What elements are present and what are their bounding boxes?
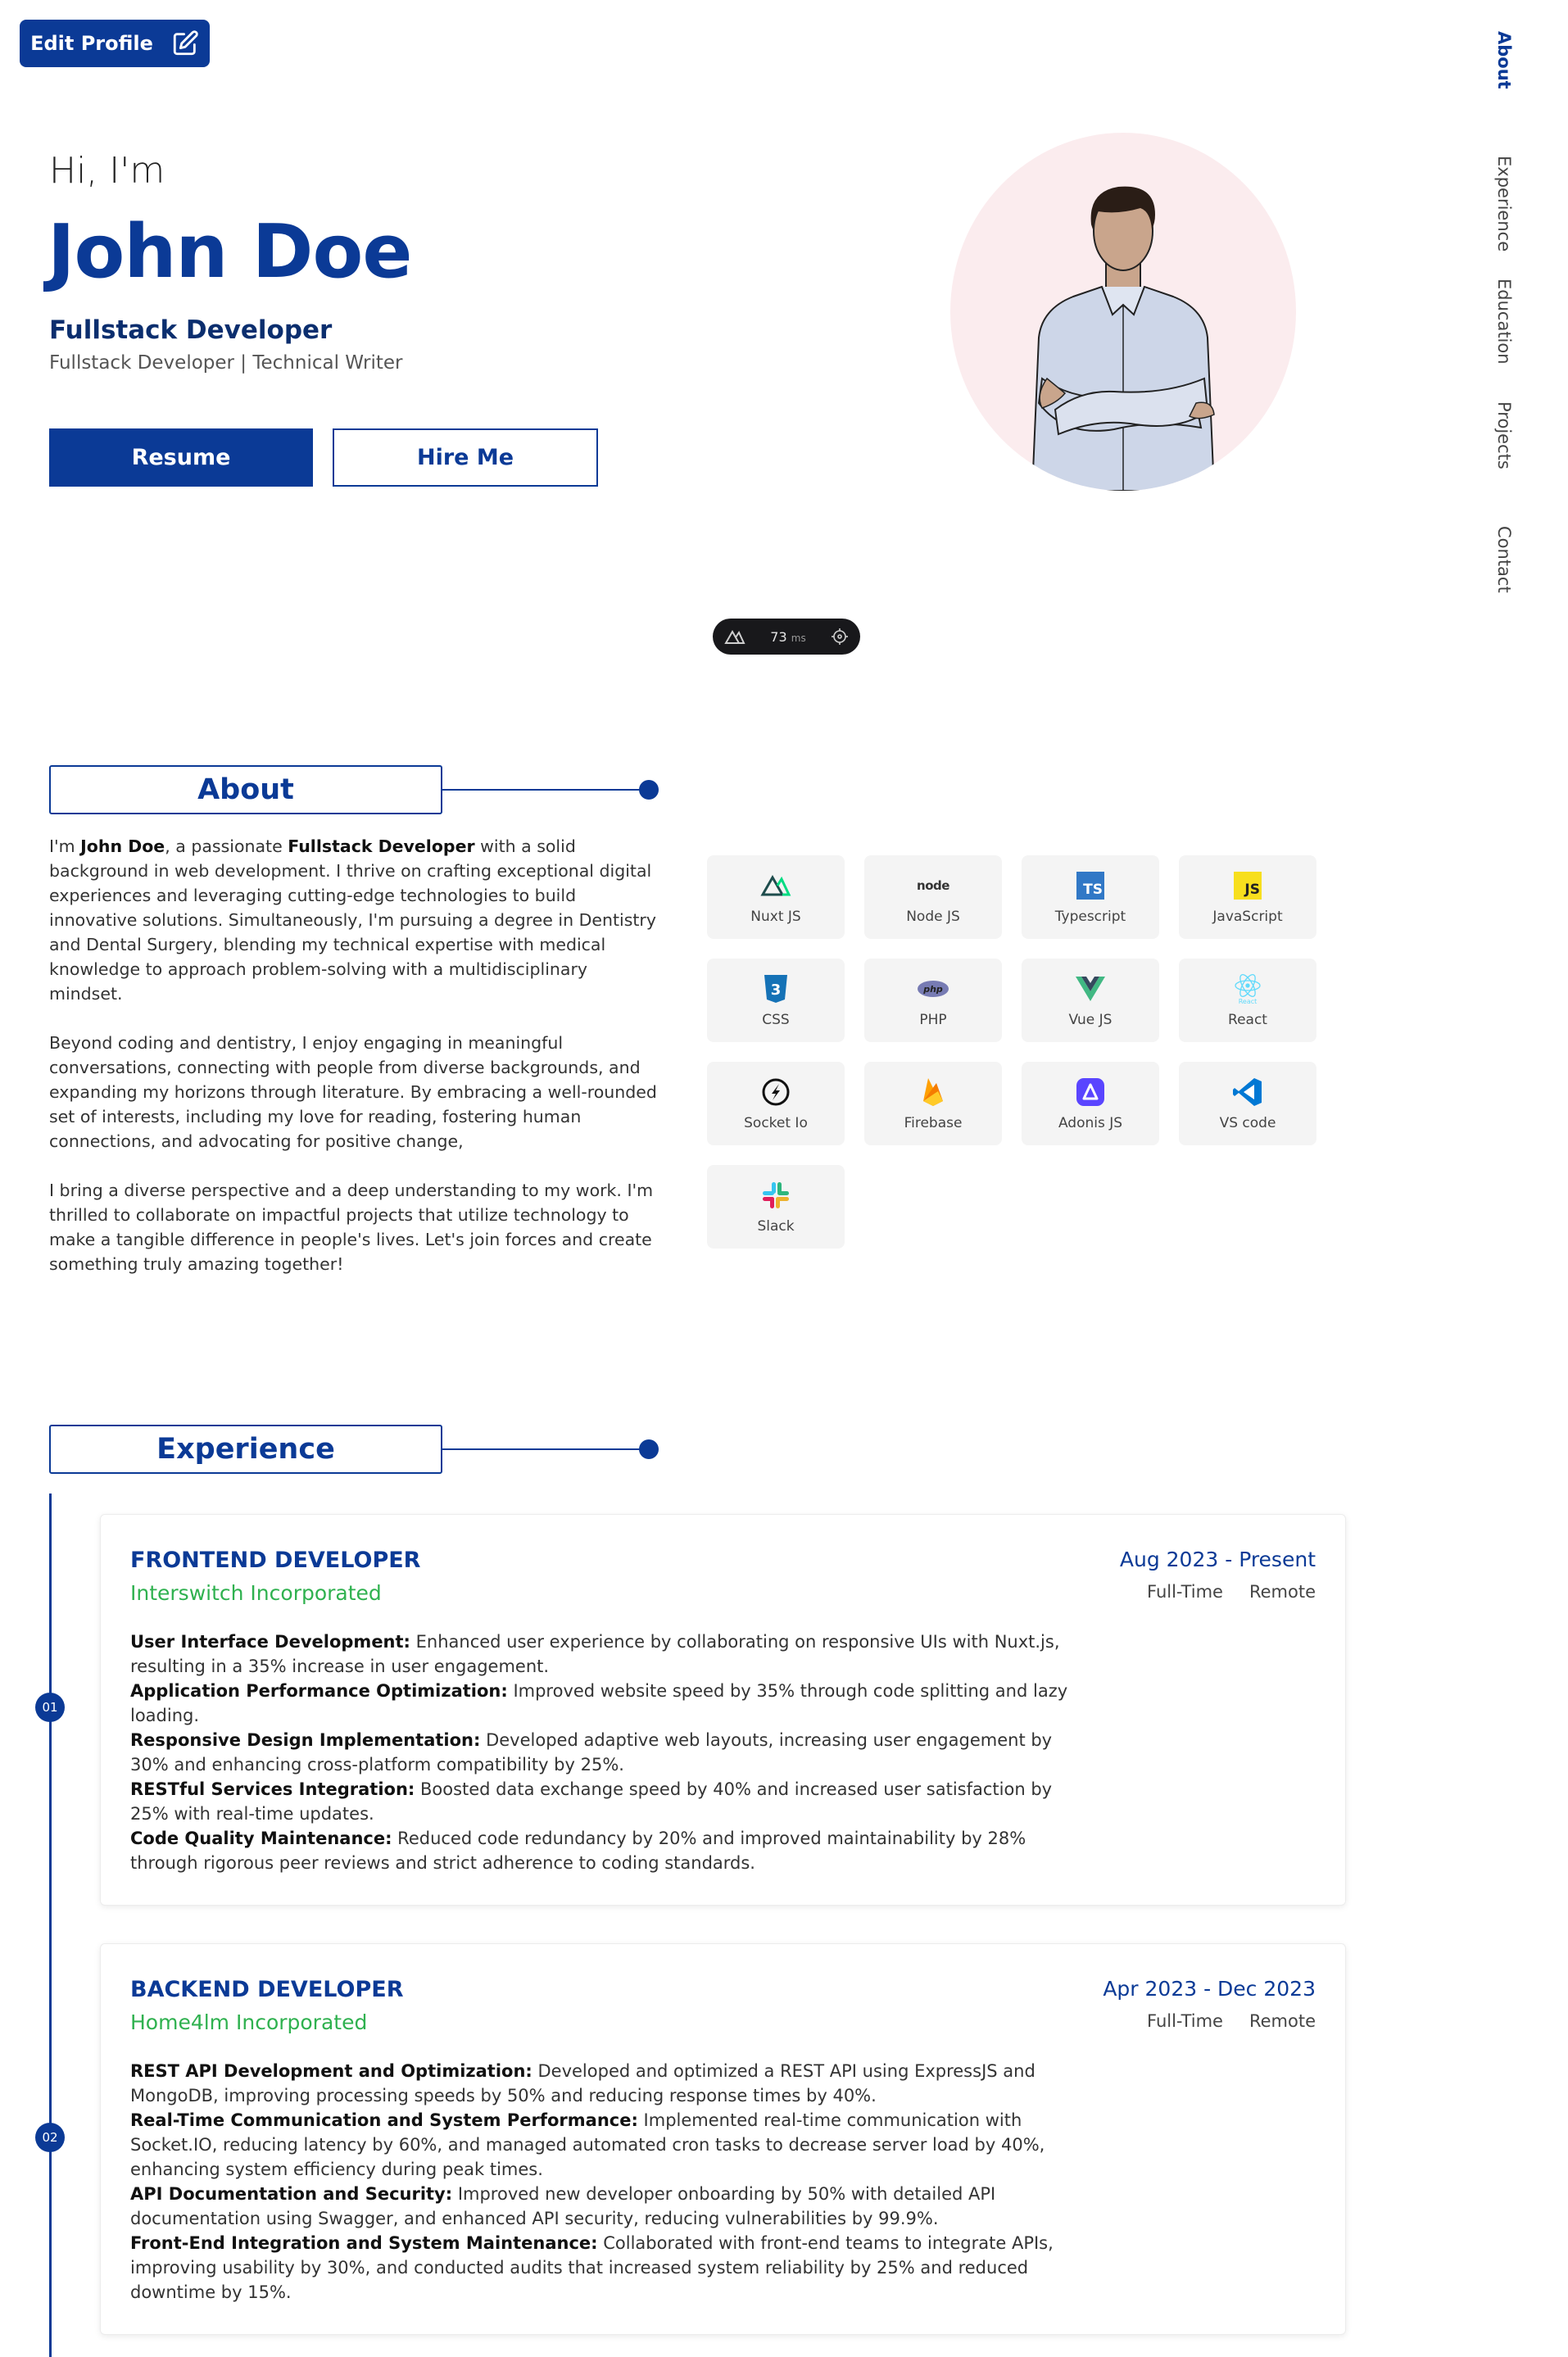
skill-node: node Node JS — [864, 855, 1002, 939]
hire-me-button[interactable]: Hire Me — [333, 428, 598, 487]
avatar — [950, 133, 1296, 491]
achievement-item: User Interface Development: Enhanced use… — [130, 1632, 1060, 1676]
nav-education[interactable]: Education — [1494, 279, 1514, 365]
skill-php: php PHP — [864, 959, 1002, 1042]
experience-heading: Experience — [49, 1425, 442, 1474]
skill-javascript: JS JavaScript — [1179, 855, 1316, 939]
edit-profile-button[interactable]: Edit Profile — [20, 20, 210, 67]
javascript-icon: JS — [1231, 869, 1264, 902]
vscode-icon — [1231, 1076, 1264, 1108]
render-time: 73 ms — [770, 628, 806, 645]
skill-css: 3 CSS — [707, 959, 845, 1042]
css-icon: 3 — [759, 972, 792, 1005]
resume-button[interactable]: Resume — [49, 428, 313, 487]
edit-profile-label: Edit Profile — [30, 32, 153, 55]
job-type: Full-Time — [1147, 1582, 1223, 1602]
side-nav: About Experience Education Projects Cont… — [1475, 25, 1516, 614]
about-heading-dot — [639, 780, 659, 800]
nav-projects[interactable]: Projects — [1494, 401, 1514, 469]
job-mode: Remote — [1249, 1582, 1316, 1602]
hero-name: John Doe — [48, 209, 412, 295]
avatar-illustration — [1031, 186, 1216, 491]
achievement-item: REST API Development and Optimization: D… — [130, 2061, 1036, 2105]
experience-heading-line — [442, 1448, 647, 1450]
job-type: Full-Time — [1147, 2011, 1223, 2031]
svg-text:php: php — [922, 984, 943, 995]
job-dates: Aug 2023 - Present — [1119, 1548, 1316, 1571]
job-meta: Full-Time Remote — [1147, 2011, 1316, 2031]
adonis-icon — [1074, 1076, 1107, 1108]
achievement-item: Code Quality Maintenance: Reduced code r… — [130, 1829, 1026, 1873]
firebase-icon — [917, 1076, 949, 1108]
nuxt-icon — [759, 869, 792, 902]
nav-experience[interactable]: Experience — [1494, 156, 1514, 252]
php-icon: php — [917, 972, 949, 1005]
devtools-pill[interactable]: 73 ms — [713, 619, 860, 655]
timeline-marker: 02 — [35, 2123, 65, 2152]
company-name: Interswitch Incorporated — [130, 1581, 382, 1605]
experience-card: BACKEND DEVELOPER Home4lm Incorporated A… — [100, 1943, 1346, 2335]
hero-role: Fullstack Developer — [49, 315, 333, 345]
skill-typescript: TS Typescript — [1022, 855, 1159, 939]
achievement-item: API Documentation and Security: Improved… — [130, 2184, 996, 2228]
vue-icon — [1074, 972, 1107, 1005]
socketio-icon — [759, 1076, 792, 1108]
job-dates: Apr 2023 - Dec 2023 — [1103, 1977, 1316, 2001]
job-achievements: User Interface Development: Enhanced use… — [130, 1630, 1089, 1875]
skill-adonis: Adonis JS — [1022, 1062, 1159, 1145]
svg-text:3: 3 — [771, 981, 782, 999]
skill-firebase: Firebase — [864, 1062, 1002, 1145]
experience-heading-dot — [639, 1439, 659, 1459]
skill-react: React React — [1179, 959, 1316, 1042]
achievement-item: Application Performance Optimization: Im… — [130, 1681, 1068, 1725]
timeline-line — [49, 1494, 52, 2357]
experience-card: FRONTEND DEVELOPER Interswitch Incorpora… — [100, 1514, 1346, 1906]
react-icon: React — [1231, 972, 1264, 1005]
skill-slack: Slack — [707, 1165, 845, 1249]
skills-grid: Nuxt JS node Node JS TS Typescript JS Ja… — [707, 855, 1371, 1249]
skill-nuxt: Nuxt JS — [707, 855, 845, 939]
about-text: I'm John Doe, a passionate Fullstack Dev… — [49, 834, 664, 1301]
skill-vscode: VS code — [1179, 1062, 1316, 1145]
hero-subtitle: Fullstack Developer | Technical Writer — [49, 352, 403, 374]
skill-vue: Vue JS — [1022, 959, 1159, 1042]
skill-socketio: Socket Io — [707, 1062, 845, 1145]
about-heading-line — [442, 789, 647, 791]
slack-icon — [759, 1179, 792, 1212]
nuxt-devtools-icon — [724, 629, 745, 644]
job-meta: Full-Time Remote — [1147, 1582, 1316, 1602]
svg-text:React: React — [1239, 998, 1258, 1005]
job-achievements: REST API Development and Optimization: D… — [130, 2059, 1089, 2305]
achievement-item: Front-End Integration and System Mainten… — [130, 2233, 1054, 2302]
timeline-marker: 01 — [35, 1693, 65, 1722]
typescript-icon: TS — [1074, 869, 1107, 902]
job-mode: Remote — [1249, 2011, 1316, 2031]
nav-about[interactable]: About — [1494, 31, 1514, 89]
hero-greeting: Hi, I'm — [49, 150, 165, 192]
nav-contact[interactable]: Contact — [1494, 526, 1514, 593]
about-paragraph-3: I bring a diverse perspective and a deep… — [49, 1181, 654, 1274]
target-icon[interactable] — [831, 628, 849, 646]
achievement-item: RESTful Services Integration: Boosted da… — [130, 1779, 1053, 1824]
company-name: Home4lm Incorporated — [130, 2010, 368, 2034]
edit-icon — [173, 30, 198, 56]
about-heading: About — [49, 765, 442, 814]
node-icon: node — [917, 878, 949, 893]
achievement-item: Real-Time Communication and System Perfo… — [130, 2110, 1045, 2179]
achievement-item: Responsive Design Implementation: Develo… — [130, 1730, 1053, 1775]
about-paragraph-2: Beyond coding and dentistry, I enjoy eng… — [49, 1033, 657, 1151]
about-paragraph-1: I'm John Doe, a passionate Fullstack Dev… — [49, 836, 656, 1004]
